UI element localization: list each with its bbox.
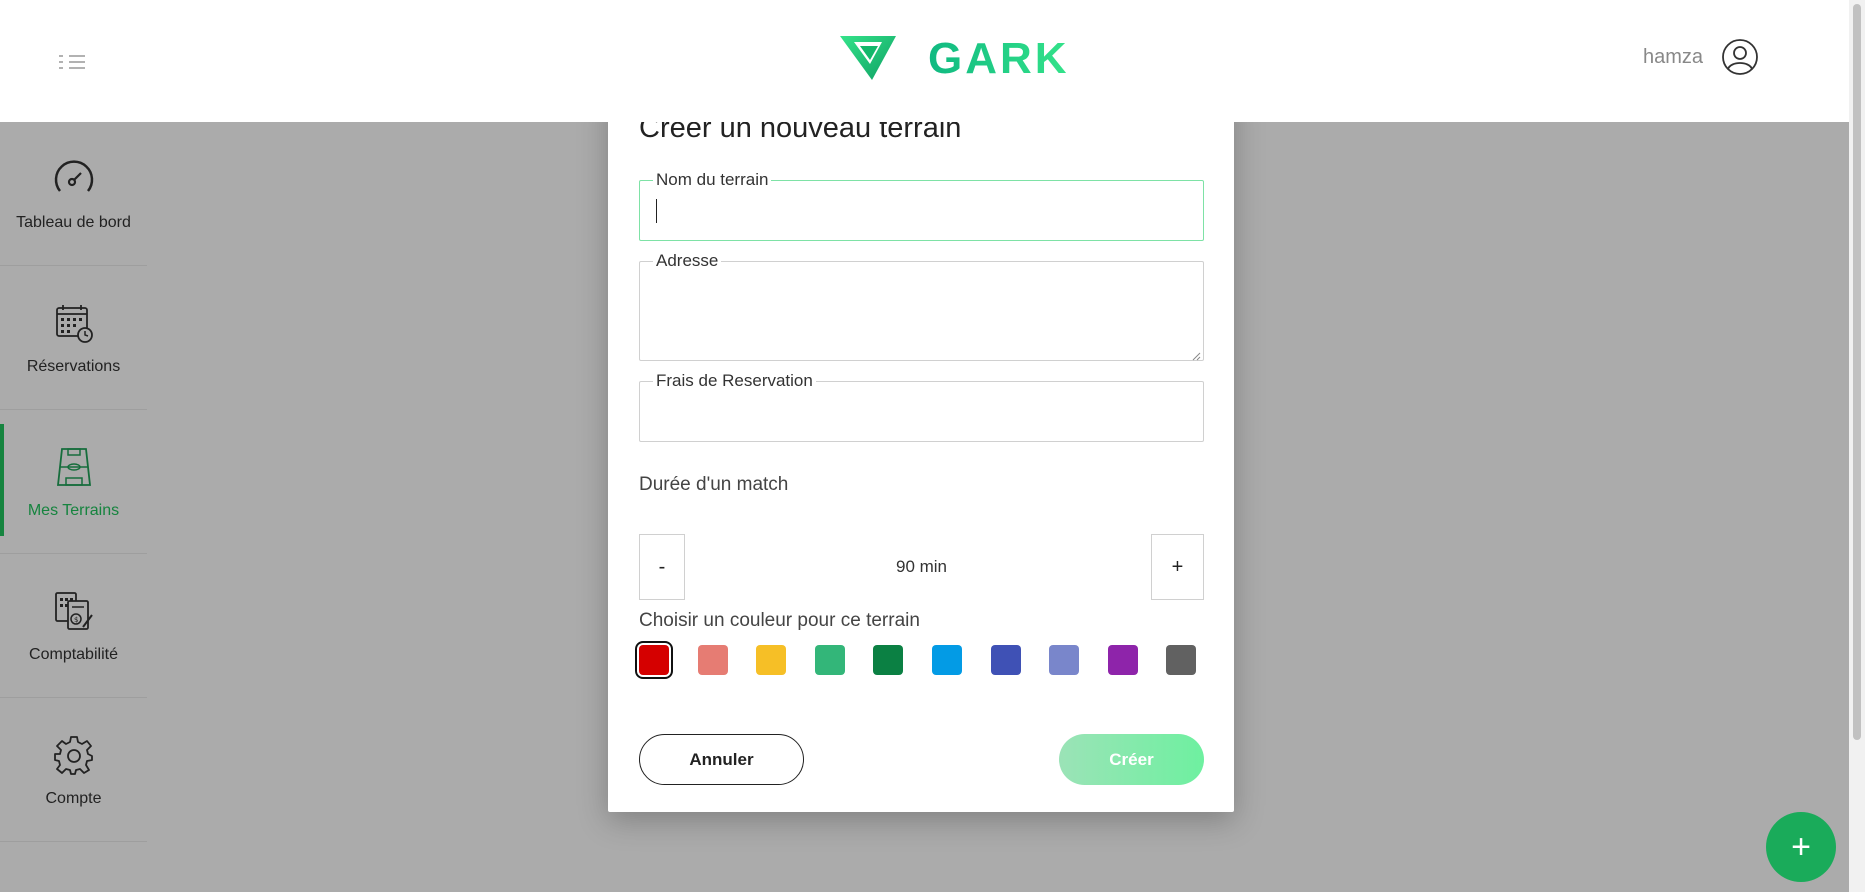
address-input[interactable] [640,262,1203,360]
match-duration-label: Durée d'un match [639,474,789,495]
user-avatar-icon[interactable] [1721,38,1759,76]
terrain-name-field[interactable]: Nom du terrain [639,170,1204,241]
page-scrollbar[interactable] [1849,0,1865,892]
terrain-name-label: Nom du terrain [653,170,772,190]
color-swatch[interactable] [990,645,1021,675]
color-picker-label: Choisir un couleur pour ce terrain [639,610,920,631]
color-swatch[interactable] [873,645,904,675]
menu-toggle-icon[interactable] [55,52,87,72]
color-swatch[interactable] [756,645,787,675]
create-terrain-dialog: Creer un nouveau terrain Nom du terrain … [608,92,1234,812]
address-field[interactable]: Adresse [639,251,1204,361]
plus-icon: + [1791,827,1811,866]
color-swatch[interactable] [932,645,962,675]
address-label: Adresse [653,251,722,271]
reservation-fee-label: Frais de Reservation [653,371,816,391]
add-terrain-fab[interactable]: + [1766,812,1836,882]
text-caret [656,199,657,223]
scrollbar-thumb[interactable] [1853,4,1861,740]
create-button[interactable]: Créer [1059,734,1204,785]
color-swatch[interactable] [814,645,845,675]
duration-decrement-button[interactable]: - [639,534,685,600]
duration-increment-button[interactable]: + [1151,534,1204,600]
brand-name: GARK [928,34,1070,83]
color-swatch[interactable] [697,645,728,675]
color-swatch[interactable] [1107,645,1138,675]
color-swatch[interactable] [639,645,669,675]
user-name: hamza [1642,45,1703,68]
top-header: GARK hamza [0,0,1849,122]
reservation-fee-field[interactable]: Frais de Reservation [639,371,1204,442]
color-swatch[interactable] [1166,645,1197,675]
user-menu[interactable]: hamza [1643,38,1759,76]
duration-value: 90 min [895,557,948,576]
cancel-button[interactable]: Annuler [639,734,804,785]
resize-handle-icon[interactable] [1191,348,1201,361]
color-swatch[interactable] [1049,645,1080,675]
gark-logo-icon [838,32,898,87]
brand-logo[interactable]: GARK [838,34,1070,84]
